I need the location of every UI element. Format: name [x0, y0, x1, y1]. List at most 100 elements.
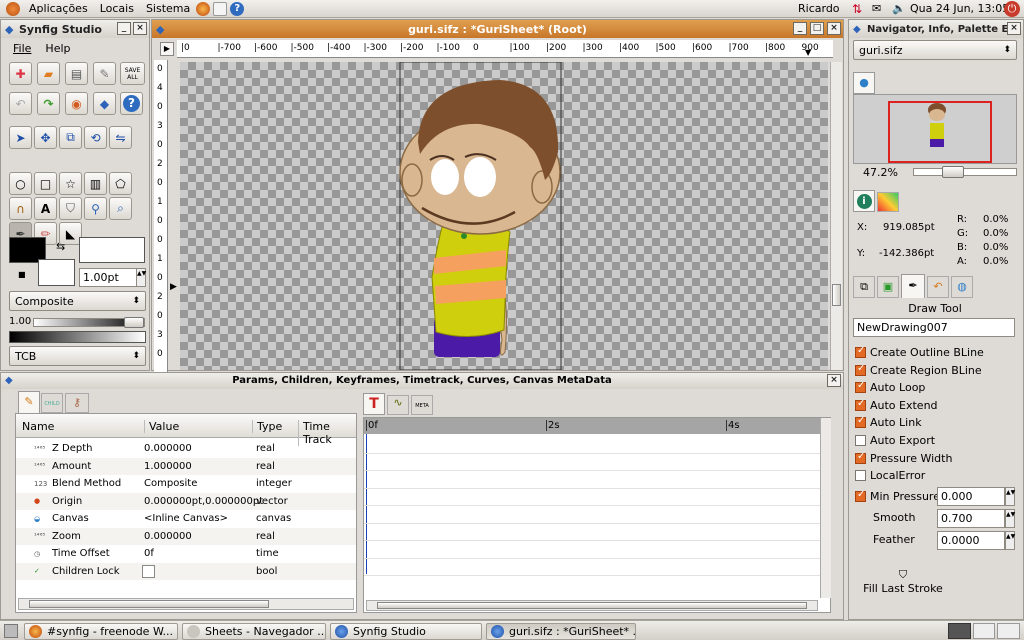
workspace-switcher[interactable] [948, 623, 1021, 639]
scale-tool-icon[interactable]: ⧉ [59, 126, 82, 149]
drawing-name-field[interactable]: NewDrawing007 [853, 318, 1015, 337]
feather-spin[interactable]: ▲▼ [1005, 531, 1015, 550]
table-row[interactable]: ¹⁴⁶⁵ Z Depth 0.000000 real [16, 440, 356, 458]
ubuntu-logo-icon[interactable] [6, 1, 20, 16]
layers-tab-icon[interactable]: ⧉ [853, 276, 875, 298]
workspace-1[interactable] [948, 623, 971, 639]
option-create-outline-bline[interactable]: Create Outline BLine [855, 344, 984, 361]
min-pressure-spin[interactable]: ▲▼ [1005, 487, 1015, 506]
history-tab-icon[interactable]: ↶ [927, 276, 949, 298]
zoom-tool-icon[interactable]: ⌕ [109, 197, 132, 220]
meta-tab-icon[interactable]: META [411, 395, 433, 415]
close-button[interactable]: × [133, 22, 147, 35]
about-button[interactable]: ? [120, 92, 143, 115]
eyedrop-tool-icon[interactable]: ⚲ [84, 197, 107, 220]
canvas-menu-caret[interactable]: ▶ [160, 42, 174, 56]
library-tab-icon[interactable]: ▣ [877, 276, 899, 298]
timebar-arrow-icon[interactable]: ▶ [170, 282, 177, 292]
show-desktop-icon[interactable] [4, 624, 18, 638]
table-row[interactable]: 123 Blend Method Composite integer [16, 475, 356, 493]
navigator-preview[interactable] [853, 94, 1017, 164]
checkbox[interactable] [855, 451, 866, 464]
width-field[interactable]: 1.00pt [79, 268, 137, 287]
taskbar-item[interactable]: Sheets - Navegador ... [182, 623, 326, 640]
tab-children[interactable]: CHILD [41, 393, 63, 413]
new-file-button[interactable]: ✚ [9, 62, 32, 85]
interpolation-select[interactable]: TCB ⬍ [9, 346, 146, 366]
option-auto-export[interactable]: Auto Export [855, 432, 935, 449]
tab-params[interactable]: ✎ [18, 391, 40, 413]
param-value[interactable]: 0.000000pt,0.000000pt [144, 496, 263, 507]
user-name[interactable]: Ricardo [798, 2, 840, 15]
blend-method-select[interactable]: Composite ⬍ [9, 291, 146, 311]
close-button[interactable]: × [827, 22, 841, 35]
scrollbar-thumb[interactable] [832, 284, 841, 306]
notification-icon[interactable]: ✉ [872, 2, 881, 15]
param-value[interactable]: 0f [144, 548, 154, 559]
checkbox[interactable] [855, 470, 866, 482]
table-row[interactable]: ● Origin 0.000000pt,0.000000pt vector [16, 492, 356, 510]
checkbox[interactable] [855, 363, 866, 376]
param-value-checkbox[interactable] [142, 564, 155, 578]
text-tool-icon[interactable]: A [34, 197, 57, 220]
param-value[interactable]: 0.000000 [144, 443, 192, 454]
checkbox[interactable] [855, 435, 866, 446]
mail-icon[interactable] [213, 1, 228, 16]
timeline-ruler[interactable]: 0f 2s 4s [364, 418, 820, 434]
table-row[interactable]: ◷ Time Offset 0f time [16, 545, 356, 563]
param-value[interactable]: 1.000000 [144, 461, 192, 472]
scrollbar-thumb[interactable] [377, 602, 807, 609]
checkbox[interactable] [855, 415, 866, 429]
volume-icon[interactable]: 🔈 [892, 2, 906, 15]
table-row[interactable]: ✓ Children Lock bool [16, 562, 356, 580]
undo-button[interactable]: ↶ [9, 92, 32, 115]
network-icon[interactable]: ⇅ [852, 2, 862, 16]
column-header-type[interactable]: Type [252, 420, 282, 433]
fill-color-swatch[interactable] [38, 259, 75, 286]
timetrack-horizontal-scrollbar[interactable] [366, 600, 818, 611]
menu-help[interactable]: Help [45, 42, 70, 55]
clock[interactable]: Qua 24 Jun, 13:05 [910, 2, 1009, 15]
timetrack-vertical-scrollbar[interactable] [820, 418, 831, 598]
minimize-button[interactable]: _ [117, 22, 131, 35]
time-track-row[interactable] [364, 524, 820, 541]
min-pressure-checkbox[interactable] [855, 489, 866, 502]
checkbox[interactable] [855, 345, 866, 358]
time-track-row[interactable] [364, 541, 820, 559]
timetrack-area[interactable]: 0f 2s 4s [363, 417, 831, 613]
menu-file[interactable]: File [13, 42, 31, 55]
gradient-swatch[interactable] [79, 237, 145, 263]
smooth-field[interactable]: 0.700 [937, 509, 1005, 528]
time-track-row[interactable] [364, 471, 820, 489]
navigator-globe-tab-icon[interactable]: ◍ [951, 276, 973, 298]
save-as-button[interactable]: ✎ [93, 62, 116, 85]
min-pressure-field[interactable]: 0.000 [937, 487, 1005, 506]
navigator-titlebar[interactable]: ◆ Navigator, Info, Palette E × [849, 20, 1023, 38]
taskbar-item[interactable]: #synfig - freenode W... [24, 623, 178, 640]
default-gradient-bar[interactable] [9, 331, 146, 343]
swap-colors-icon[interactable]: ⇆ [56, 240, 65, 253]
curves-tab-icon[interactable]: ∿ [387, 395, 409, 415]
option-auto-link[interactable]: Auto Link [855, 414, 922, 431]
open-file-button[interactable]: ▰ [37, 62, 60, 85]
checkbox[interactable] [855, 380, 866, 394]
save-all-button[interactable]: SAVE ALL [120, 62, 145, 85]
rotate-tool-icon[interactable]: ⟲ [84, 126, 107, 149]
param-value[interactable]: Composite [144, 478, 197, 489]
toolbox-titlebar[interactable]: ◆ Synfig Studio _ × [1, 20, 149, 38]
feather-field[interactable]: 0.0000 [937, 531, 1005, 550]
option-pressure-width[interactable]: Pressure Width [855, 450, 952, 467]
column-header-name[interactable]: Name [22, 420, 54, 433]
reset-colors-icon[interactable]: ■ [18, 270, 26, 279]
time-track-row[interactable] [364, 489, 820, 506]
option-auto-loop[interactable]: Auto Loop [855, 379, 925, 396]
canvas-titlebar[interactable]: ◆ guri.sifz : *GuriSheet* (Root) _ □ × [152, 20, 843, 38]
table-row[interactable]: ¹⁴⁶⁵ Amount 1.000000 real [16, 457, 356, 475]
opacity-slider[interactable] [33, 317, 145, 328]
time-track-row[interactable] [364, 454, 820, 471]
taskbar-item[interactable]: Synfig Studio [330, 623, 482, 640]
param-value[interactable]: <Inline Canvas> [144, 513, 228, 524]
drawing-canvas[interactable] [180, 62, 828, 370]
option-localerror[interactable]: LocalError [855, 467, 925, 484]
save-button[interactable]: ▤ [65, 62, 88, 85]
